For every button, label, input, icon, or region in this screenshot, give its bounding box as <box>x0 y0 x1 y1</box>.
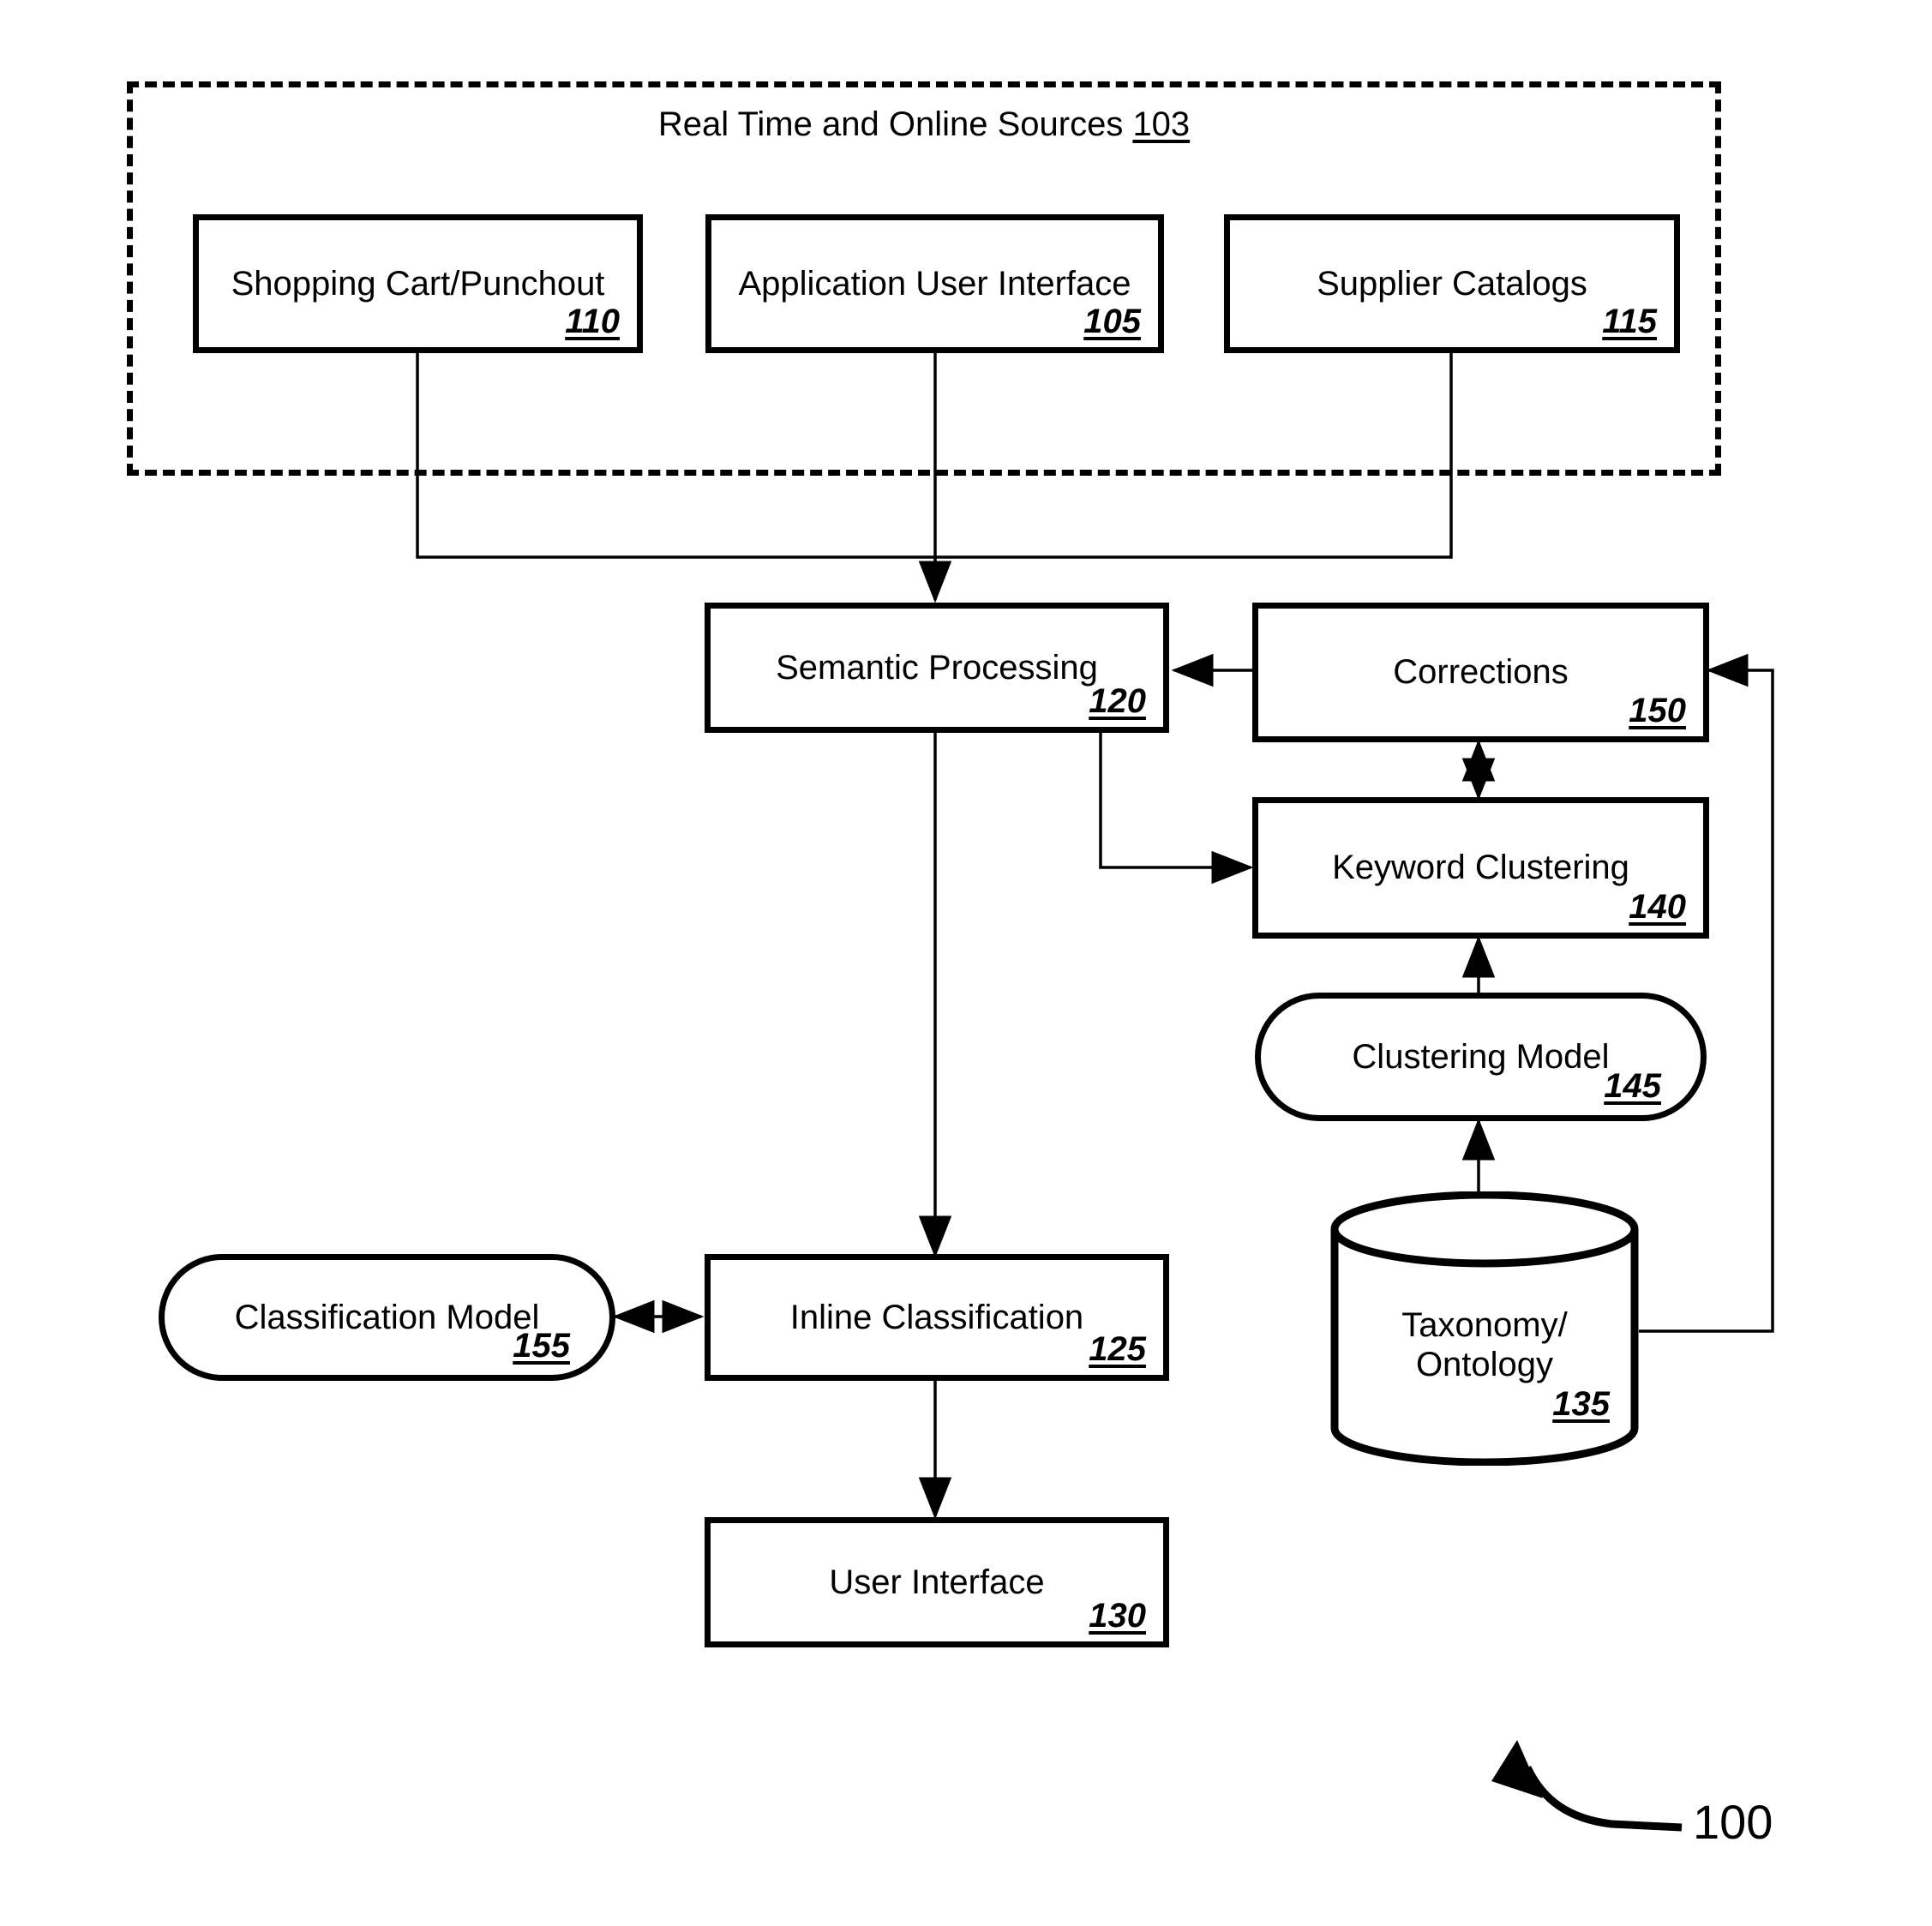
node-user-interface-ref: 130 <box>1089 1597 1146 1635</box>
node-corrections-ref: 150 <box>1629 692 1686 729</box>
node-user-interface-label: User Interface <box>829 1563 1045 1601</box>
node-keyword-clustering-label: Keyword Clustering <box>1332 849 1629 887</box>
node-shopping-cart-punchout-ref: 110 <box>565 303 620 340</box>
group-title-ref: 103 <box>1132 105 1191 143</box>
node-shopping-cart-punchout[interactable]: Shopping Cart/Punchout 110 <box>193 214 643 353</box>
node-supplier-catalogs-ref: 115 <box>1602 303 1657 340</box>
node-semantic-processing[interactable]: Semantic Processing 120 <box>705 603 1169 733</box>
node-taxonomy-ontology-label: Taxonomy/ Ontology <box>1401 1306 1568 1383</box>
wire-semantic-to-keyword-clustering <box>1099 733 1254 885</box>
node-keyword-clustering-ref: 140 <box>1629 888 1686 926</box>
node-application-user-interface-ref: 105 <box>1083 303 1141 340</box>
node-taxonomy-ontology[interactable]: Taxonomy/ Ontology 135 <box>1330 1191 1639 1466</box>
node-semantic-processing-ref: 120 <box>1089 682 1146 720</box>
figure-number: 100 <box>1693 1795 1773 1849</box>
figure-callout-arrowhead <box>1491 1740 1543 1798</box>
node-corrections[interactable]: Corrections 150 <box>1252 603 1709 742</box>
node-application-user-interface-label: Application User Interface <box>738 264 1131 303</box>
node-semantic-processing-label: Semantic Processing <box>776 648 1098 687</box>
node-corrections-label: Corrections <box>1393 653 1569 692</box>
node-classification-model-ref: 155 <box>513 1327 570 1365</box>
node-application-user-interface[interactable]: Application User Interface 105 <box>705 214 1164 353</box>
node-classification-model[interactable]: Classification Model 155 <box>159 1254 615 1381</box>
node-taxonomy-ontology-ref: 135 <box>1552 1385 1610 1423</box>
node-user-interface[interactable]: User Interface 130 <box>705 1517 1169 1647</box>
group-title: Real Time and Online Sources 103 <box>127 107 1721 141</box>
node-keyword-clustering[interactable]: Keyword Clustering 140 <box>1252 797 1709 939</box>
node-supplier-catalogs-label: Supplier Catalogs <box>1317 264 1587 303</box>
node-clustering-model[interactable]: Clustering Model 145 <box>1255 993 1707 1121</box>
node-inline-classification[interactable]: Inline Classification 125 <box>705 1254 1169 1381</box>
node-inline-classification-ref: 125 <box>1089 1330 1146 1368</box>
node-shopping-cart-punchout-label: Shopping Cart/Punchout <box>231 264 605 303</box>
node-clustering-model-ref: 145 <box>1604 1067 1661 1105</box>
node-supplier-catalogs[interactable]: Supplier Catalogs 115 <box>1224 214 1680 353</box>
figure-callout-arrow <box>1523 1766 1683 1832</box>
group-title-text: Real Time and Online Sources <box>657 105 1124 143</box>
figure-canvas: Real Time and Online Sources 103 Shoppin… <box>0 0 1932 1926</box>
figure-callout-curve <box>1523 1766 1683 1832</box>
